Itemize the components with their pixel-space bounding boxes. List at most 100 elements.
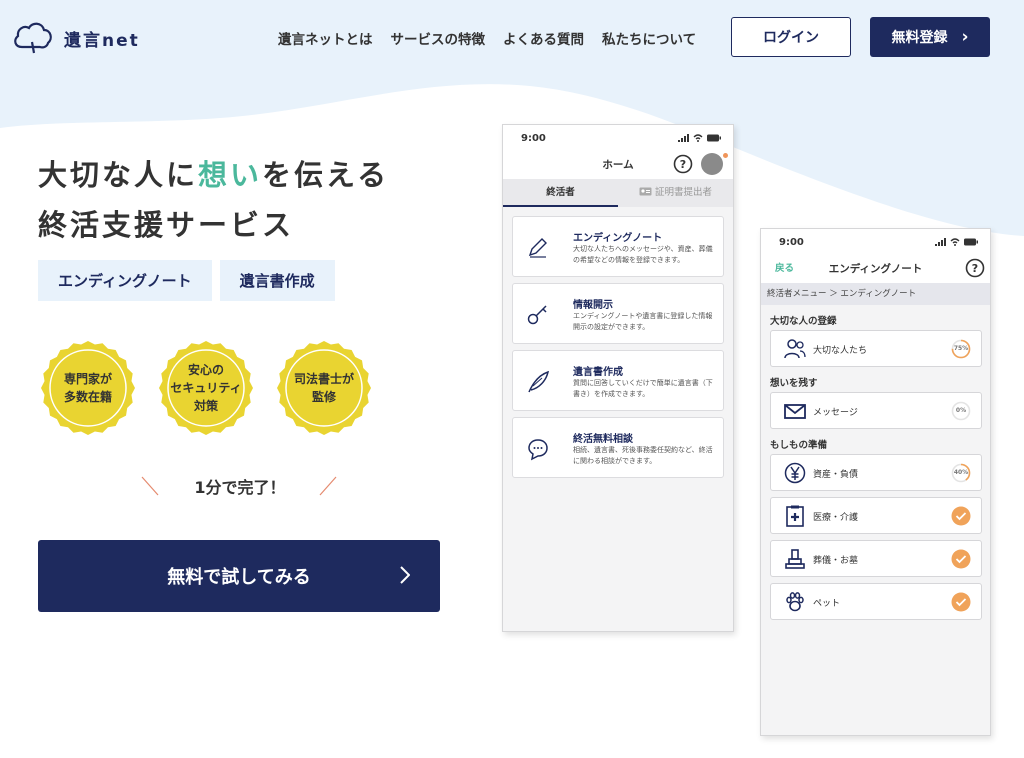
progress-text: 0% <box>955 407 967 414</box>
people-icon <box>784 339 806 359</box>
signal-icon <box>935 238 946 246</box>
item-medical-care[interactable]: 医療・介護 <box>770 497 982 534</box>
logo[interactable]: 遺言net <box>12 20 140 56</box>
hero-headline: 大切な人に想いを伝える 終活支援サービス <box>38 150 389 250</box>
help-icon[interactable]: ? <box>673 154 693 174</box>
card-will-creation[interactable]: 遺言書作成 質問に回答していくだけで簡単に遺言書（下書き）を作成できます。 <box>512 350 724 411</box>
status-time: 9:00 <box>521 132 546 144</box>
card-description: 質問に回答していくだけで簡単に遺言書（下書き）を作成できます。 <box>573 379 713 398</box>
tab-certificate-submitter[interactable]: 証明書提出者 <box>618 179 733 207</box>
chevron-right-icon <box>400 566 410 584</box>
site-header: 遺言net 遺言ネットとは サービスの特徴 よくある質問 私たちについて ログイ… <box>0 0 1024 76</box>
tag-ending-note: エンディングノート <box>38 260 212 301</box>
battery-icon <box>707 134 721 142</box>
cloud-logo-icon <box>14 22 52 54</box>
login-button[interactable]: ログイン <box>731 17 851 57</box>
id-card-icon <box>639 187 652 196</box>
wifi-icon <box>950 238 960 246</box>
badge-text: 専門家が 多数在籍 <box>63 372 112 404</box>
item-funeral-grave[interactable]: 葬儀・お墓 <box>770 540 982 577</box>
progress-ring: 40% <box>951 463 971 483</box>
card-title: 遺言書作成 <box>573 367 623 378</box>
phone-ending-note-screen: 9:00 戻る エンディングノート ? 終活者メニュー ＞ エンディングノート … <box>760 228 991 736</box>
status-bar: 9:00 <box>503 125 733 151</box>
item-label: ペット <box>813 599 841 609</box>
quill-icon <box>528 370 550 393</box>
register-button[interactable]: 無料登録 › <box>870 17 990 57</box>
try-free-button[interactable]: 無料で試してみる <box>38 540 440 612</box>
item-label: 大切な人たち <box>813 346 868 356</box>
item-assets-debts[interactable]: 資産・負債 40% <box>770 454 982 491</box>
card-title: 終活無料相談 <box>573 434 633 445</box>
paw-icon <box>786 592 804 612</box>
nav-company[interactable]: 私たちについて <box>602 28 696 48</box>
cta-label: 無料で試してみる <box>167 567 311 588</box>
logo-text: 遺言net <box>64 30 140 51</box>
battery-icon <box>964 238 978 246</box>
title-text: 大切な人に <box>38 158 199 192</box>
status-time: 9:00 <box>779 236 804 248</box>
item-label: 医療・介護 <box>813 513 859 523</box>
yen-icon <box>784 462 806 484</box>
avatar[interactable] <box>701 153 723 175</box>
wifi-icon <box>693 134 703 142</box>
card-info-disclosure[interactable]: 情報開示 エンディングノートや遺言書に登録した情報開示の設定ができます。 <box>512 283 724 344</box>
badge-text: 司法書士が 監修 <box>293 372 354 404</box>
badge-security: 安心の セキュリティ 対策 <box>158 340 254 436</box>
chat-icon <box>528 439 548 461</box>
nav-features[interactable]: サービスの特徴 <box>391 28 486 48</box>
screen-title: エンディングノート <box>828 263 923 275</box>
card-title: 情報開示 <box>573 300 613 311</box>
help-icon[interactable]: ? <box>965 258 985 278</box>
section-title: 想いを残す <box>770 378 818 389</box>
item-important-people[interactable]: 大切な人たち 75% <box>770 330 982 367</box>
one-minute-note: 1分で完了！ <box>140 474 340 498</box>
section-title: 大切な人の登録 <box>770 316 837 327</box>
progress-text: 40% <box>953 469 969 476</box>
nav-faq[interactable]: よくある質問 <box>503 28 584 48</box>
title-text: を伝える <box>262 158 390 192</box>
phone-home-screen: 9:00 ホーム ? 終活者 証明書提出者 エンディングノート 大切な人たちへの… <box>502 124 734 632</box>
register-label: 無料登録 <box>891 30 948 46</box>
card-free-consultation[interactable]: 終活無料相談 相続、遺言書、死後事務委任契約など、終活に関わる相談ができます。 <box>512 417 724 478</box>
hero-title-line1: 大切な人に想いを伝える <box>38 150 389 200</box>
card-description: 相続、遺言書、死後事務委任契約など、終活に関わる相談ができます。 <box>573 446 713 465</box>
feature-tags: エンディングノート 遺言書作成 <box>38 260 335 301</box>
app-header: ホーム ? <box>503 151 733 179</box>
item-label: 資産・負債 <box>813 470 859 480</box>
notification-dot <box>723 153 728 158</box>
section-title: もしもの準備 <box>770 440 828 451</box>
tab-end-of-life-planner[interactable]: 終活者 <box>503 179 618 207</box>
card-title: エンディングノート <box>573 233 663 244</box>
item-label: 葬儀・お墓 <box>813 556 859 566</box>
badge-supervised: 司法書士が 監修 <box>276 340 372 436</box>
pen-icon <box>528 238 547 258</box>
nav-about[interactable]: 遺言ネットとは <box>278 28 373 48</box>
grave-icon <box>785 549 805 569</box>
svg-text:?: ? <box>680 158 686 171</box>
breadcrumb: 終活者メニュー ＞ エンディングノート <box>761 283 990 305</box>
card-description: 大切な人たちへのメッセージや、資産、葬儀の希望などの情報を登録できます。 <box>573 245 713 264</box>
progress-text: 75% <box>953 345 969 352</box>
app-header: 戻る エンディングノート ? <box>761 255 990 283</box>
title-accent: 想い <box>198 158 263 192</box>
status-icons <box>678 134 721 142</box>
medical-clipboard-icon <box>786 505 804 527</box>
badge-text: 安心の セキュリティ 対策 <box>170 363 242 413</box>
progress-ring: 0% <box>951 401 971 421</box>
one-minute-text: 1分で完了！ <box>194 478 286 497</box>
item-message[interactable]: メッセージ 0% <box>770 392 982 429</box>
badge-experts: 専門家が 多数在籍 <box>40 340 136 436</box>
check-icon <box>951 549 971 569</box>
role-tabs: 終活者 証明書提出者 <box>503 179 733 207</box>
item-label: メッセージ <box>813 408 858 418</box>
progress-ring: 75% <box>951 339 971 359</box>
back-button[interactable]: 戻る <box>775 255 794 283</box>
item-pet[interactable]: ペット <box>770 583 982 620</box>
tag-will-creation: 遺言書作成 <box>219 260 335 301</box>
check-icon <box>951 506 971 526</box>
svg-text:?: ? <box>972 262 978 275</box>
screen-title: ホーム <box>602 159 634 171</box>
card-description: エンディングノートや遺言書に登録した情報開示の設定ができます。 <box>573 312 713 331</box>
card-ending-note[interactable]: エンディングノート 大切な人たちへのメッセージや、資産、葬儀の希望などの情報を登… <box>512 216 724 277</box>
